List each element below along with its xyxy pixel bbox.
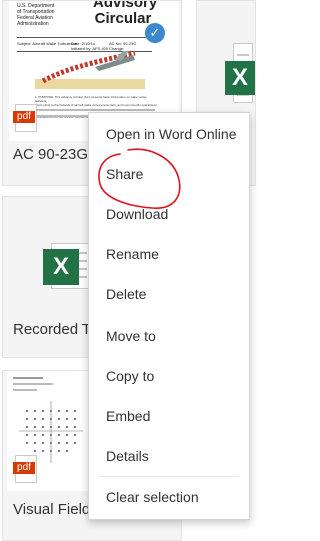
pdf-icon: pdf (13, 455, 37, 483)
menu-item-share[interactable]: Share (89, 156, 249, 192)
doc-text-line (35, 109, 155, 111)
menu-item-rename[interactable]: Rename (89, 236, 249, 272)
wake-vortex-illustration (35, 51, 145, 89)
doc-body-line: 1. PURPOSE. This advisory circular (AC) … (35, 95, 147, 103)
menu-item-embed[interactable]: Embed (89, 398, 249, 434)
selected-check-icon[interactable]: ✓ (145, 23, 165, 43)
doc-rule (17, 37, 152, 38)
menu-item-move-to[interactable]: Move to (89, 318, 249, 354)
doc-body-line: alerts pilots to the hazards of aircraft… (35, 103, 157, 107)
menu-item-details[interactable]: Details (89, 438, 249, 474)
excel-icon: X (43, 249, 79, 285)
file-name[interactable]: AC 90-23G (13, 146, 88, 163)
doc-subject: Subject: Aircraft Wake Turbulence (17, 41, 78, 46)
menu-separator (99, 476, 239, 477)
file-name[interactable]: Visual Field (13, 501, 90, 518)
file-name[interactable]: Recorded T (13, 321, 91, 338)
menu-item-delete[interactable]: Delete (89, 276, 249, 312)
pdf-badge: pdf (13, 111, 35, 123)
context-menu: Open in Word Online Share Download Renam… (88, 112, 250, 520)
pdf-badge: pdf (13, 462, 35, 474)
doc-header-line: Administration (17, 21, 49, 27)
menu-item-copy-to[interactable]: Copy to (89, 358, 249, 394)
excel-icon: X (225, 61, 255, 95)
menu-item-clear-selection[interactable]: Clear selection (89, 479, 249, 515)
doc-header: U.S. Department of Transportation Federa… (17, 3, 55, 27)
pdf-icon: pdf (13, 104, 37, 132)
menu-item-download[interactable]: Download (89, 196, 249, 232)
doc-title: Advisory Circular (93, 0, 158, 27)
menu-item-open-in-word-online[interactable]: Open in Word Online (89, 116, 249, 152)
